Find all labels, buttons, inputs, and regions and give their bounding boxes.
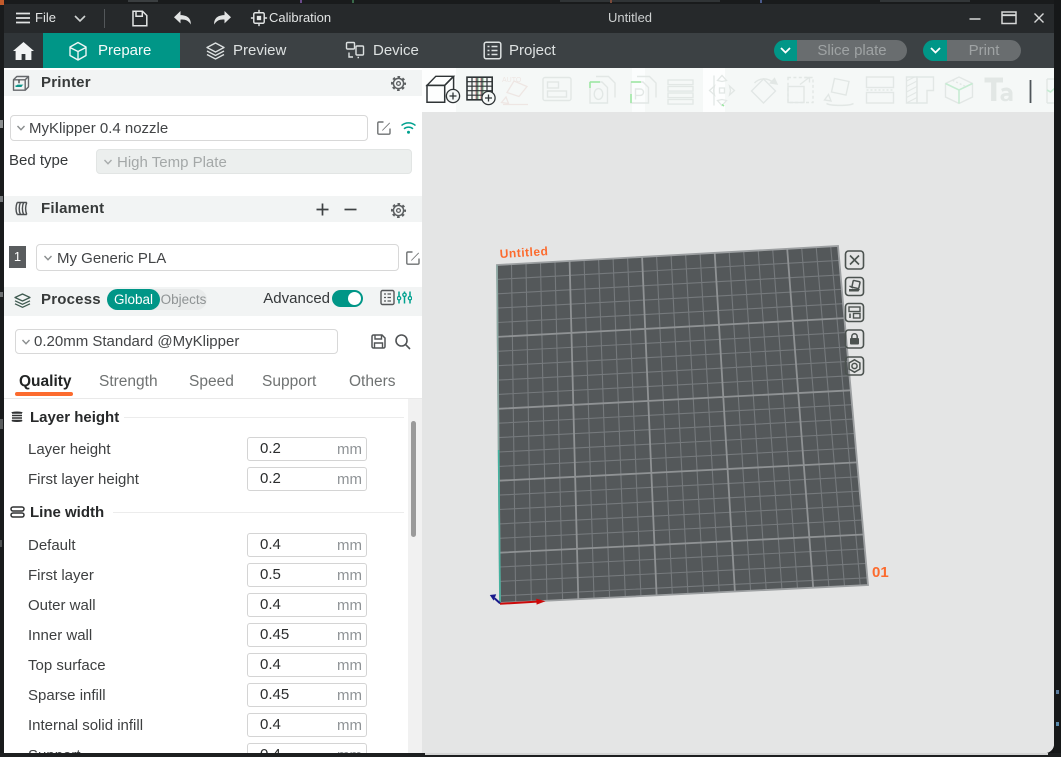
svg-text:01: 01 xyxy=(872,564,889,581)
svg-text:Untitled: Untitled xyxy=(499,244,548,261)
